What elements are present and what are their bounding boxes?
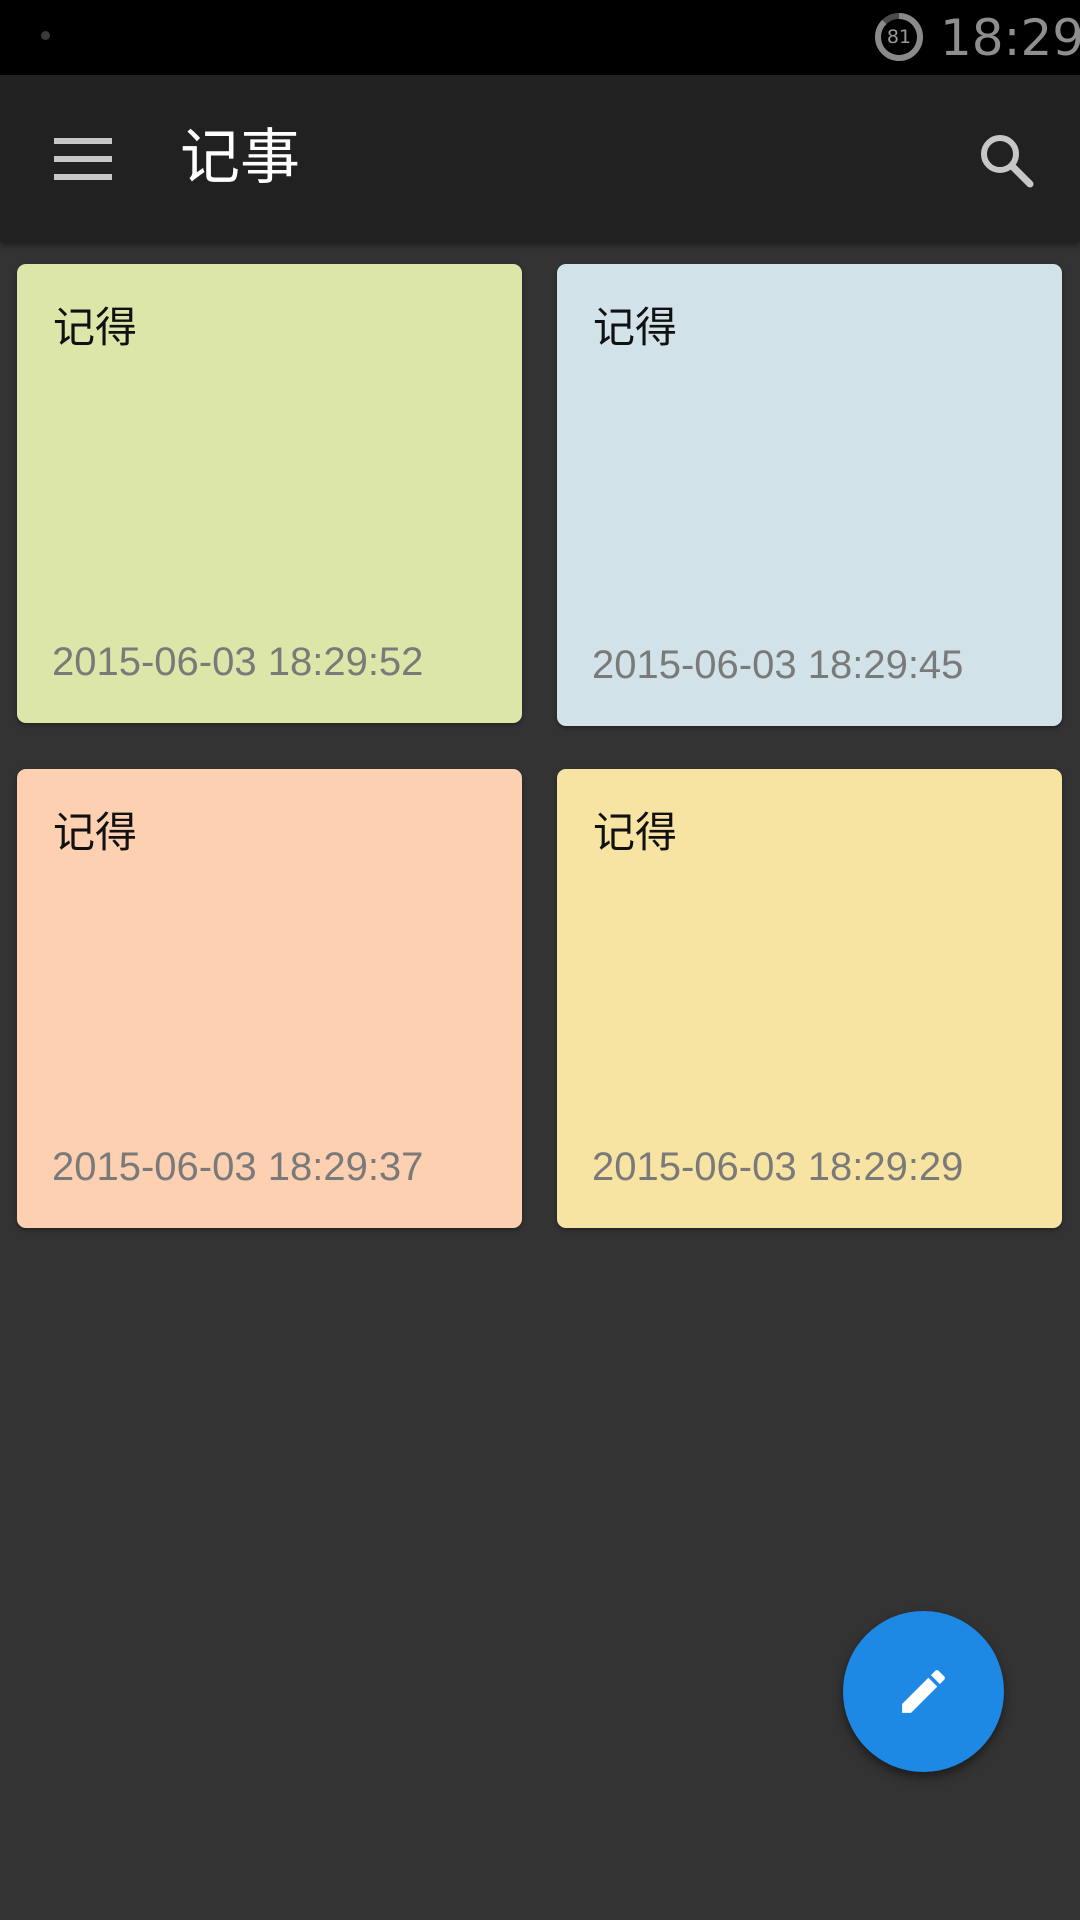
status-bar: 81 18:29 <box>0 0 1080 75</box>
note-card[interactable]: 记得 2015-06-03 18:29:37 <box>17 769 522 1228</box>
hamburger-menu-icon <box>54 138 112 180</box>
note-card[interactable]: 记得 2015-06-03 18:29:52 <box>17 264 522 723</box>
menu-button[interactable] <box>40 118 128 198</box>
status-clock: 18:29 <box>940 9 1080 67</box>
note-timestamp: 2015-06-03 18:29:45 <box>592 643 964 687</box>
note-title: 记得 <box>593 303 678 352</box>
note-timestamp: 2015-06-03 18:29:52 <box>52 640 424 684</box>
battery-icon: 81 <box>874 12 924 62</box>
note-title: 记得 <box>593 808 678 857</box>
page-title: 记事 <box>180 123 300 193</box>
battery-level: 81 <box>886 26 912 48</box>
app-bar: 记事 <box>0 75 1080 242</box>
search-button[interactable] <box>960 118 1048 198</box>
new-note-button[interactable] <box>843 1611 1004 1772</box>
note-title: 记得 <box>53 808 138 857</box>
note-timestamp: 2015-06-03 18:29:29 <box>592 1145 964 1189</box>
note-card[interactable]: 记得 2015-06-03 18:29:29 <box>557 769 1062 1228</box>
note-title: 记得 <box>53 303 138 352</box>
notification-dot <box>41 31 50 40</box>
search-icon <box>981 135 1034 188</box>
note-card[interactable]: 记得 2015-06-03 18:29:45 <box>557 264 1062 726</box>
note-timestamp: 2015-06-03 18:29:37 <box>52 1145 424 1189</box>
pencil-icon <box>902 1670 945 1713</box>
